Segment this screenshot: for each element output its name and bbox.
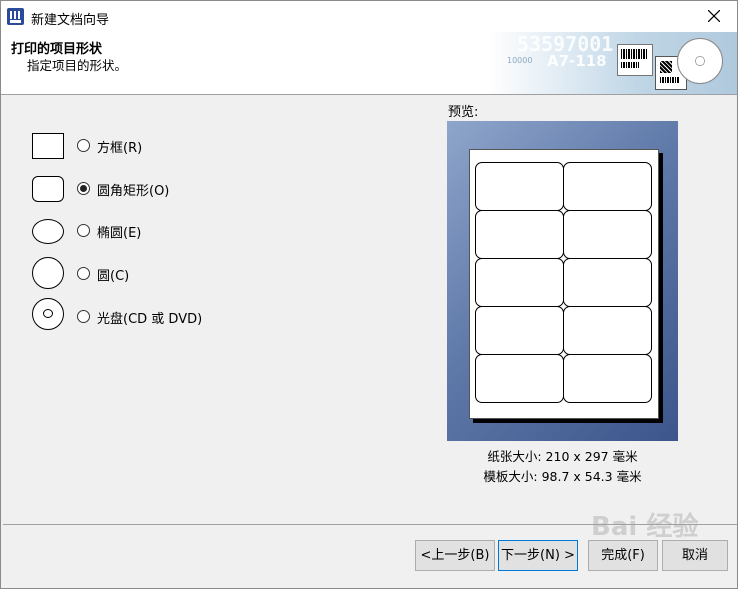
banner-small-text: 10000 (507, 56, 533, 65)
option-label-disc: 光盘(CD 或 DVD) (97, 312, 203, 327)
option-label-rounded-rectangle: 圆角矩形(O) (97, 184, 170, 199)
radio-ellipse[interactable] (77, 224, 90, 237)
paper-size-text: 纸张大小: 210 x 297 毫米 (487, 449, 638, 464)
wizard-header: 打印的项目形状 指定项目的形状。 53597001 10000 A7-118 (1, 32, 737, 95)
option-label-ellipse: 椭圆(E) (97, 226, 142, 241)
disc-shape-icon (32, 298, 64, 330)
option-label-rectangle: 方框(R) (97, 141, 143, 156)
close-icon (708, 10, 720, 22)
ellipse-shape-icon (32, 219, 64, 244)
radio-rounded-rectangle[interactable] (77, 182, 90, 195)
header-banner-image: 53597001 10000 A7-118 (487, 32, 737, 94)
finish-button[interactable]: 完成(F) (588, 540, 658, 571)
wizard-window: 新建文档向导 打印的项目形状 指定项目的形状。 53597001 10000 A… (0, 0, 738, 589)
rounded-rectangle-shape-icon (32, 176, 64, 202)
radio-rectangle[interactable] (77, 139, 90, 152)
preview-label-cell (475, 354, 564, 403)
window-title: 新建文档向导 (31, 13, 110, 28)
preview-label-cell (563, 258, 652, 307)
size-info: 纸张大小: 210 x 297 毫米 模板大小: 98.7 x 54.3 毫米 (447, 447, 678, 487)
back-button[interactable]: <上一步(B) (415, 540, 495, 571)
disc-icon (677, 38, 723, 84)
radio-disc[interactable] (77, 310, 90, 323)
option-label-circle: 圆(C) (97, 269, 130, 284)
barcode-label-icon (617, 44, 653, 76)
title-bar: 新建文档向导 (1, 1, 737, 32)
preview-label: 预览: (448, 105, 479, 120)
preview-label-cell (563, 306, 652, 355)
preview-sheet (469, 149, 659, 419)
preview-label-cell (563, 210, 652, 259)
radio-circle[interactable] (77, 267, 90, 280)
preview-label-cell (475, 306, 564, 355)
preview-label-cell (563, 162, 652, 211)
preview-label-cell (475, 162, 564, 211)
close-button[interactable] (691, 1, 737, 32)
rectangle-shape-icon (32, 133, 64, 159)
preview-label-cell (475, 258, 564, 307)
preview-panel (447, 121, 678, 441)
preview-label-cell (475, 210, 564, 259)
preview-label-cell (563, 354, 652, 403)
app-icon (7, 8, 24, 25)
banner-tag-text: A7-118 (547, 52, 607, 70)
circle-shape-icon (32, 257, 64, 289)
page-subtitle: 指定项目的形状。 (27, 58, 128, 73)
next-button[interactable]: 下一步(N) > (498, 540, 578, 571)
cancel-button[interactable]: 取消 (662, 540, 728, 571)
footer-divider (3, 524, 737, 525)
template-size-text: 模板大小: 98.7 x 54.3 毫米 (483, 469, 642, 484)
